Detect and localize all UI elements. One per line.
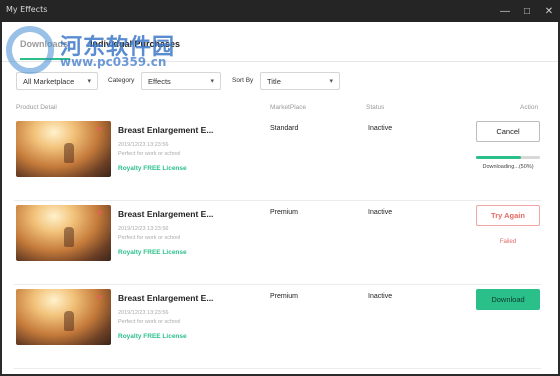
license-link[interactable]: Royalty FREE License — [118, 333, 187, 340]
watermark-logo-icon — [6, 26, 54, 74]
product-name: Breast Enlargement E... — [118, 209, 214, 219]
download-button[interactable]: Download — [476, 289, 540, 310]
progress-fill — [476, 156, 521, 159]
column-action: Action — [520, 104, 539, 111]
close-icon[interactable]: ✕ — [538, 0, 560, 22]
maximize-icon[interactable]: □ — [516, 0, 538, 22]
progress-text: Downloading...(50%) — [482, 164, 534, 170]
product-date: 2019/12/23 13:23:56 — [118, 226, 169, 232]
product-description: Perfect for work or school — [118, 319, 181, 325]
thumbnail-figure — [64, 311, 74, 331]
try-again-button[interactable]: Try Again — [476, 205, 540, 226]
column-product-detail: Product Detail — [16, 104, 57, 111]
chevron-down-icon: ▾ — [329, 78, 333, 85]
minimize-icon[interactable]: — — [494, 0, 516, 22]
sort-by-label: Sort By — [232, 77, 254, 84]
marketplace-value: Premium — [270, 209, 299, 216]
status-value: Inactive — [368, 209, 393, 216]
product-name: Breast Enlargement E... — [118, 293, 214, 303]
download-progress-bar — [476, 156, 540, 159]
column-marketplace: MarketPlace — [270, 104, 307, 111]
sort-select-value: Title — [267, 77, 281, 86]
product-description: Perfect for work or school — [118, 235, 181, 241]
list-item: ♥ Breast Enlargement E... 2019/12/23 13:… — [14, 289, 541, 369]
license-link[interactable]: Royalty FREE License — [118, 249, 187, 256]
failed-status: Failed — [499, 239, 517, 245]
product-date: 2019/12/23 13:23:56 — [118, 142, 169, 148]
watermark: 河东软件园 www.pc0359.cn — [6, 24, 226, 84]
title-bar: My Effects — □ ✕ — [0, 0, 560, 22]
watermark-url: www.pc0359.cn — [60, 55, 167, 69]
heart-icon[interactable]: ♥ — [97, 124, 102, 134]
product-name: Breast Enlargement E... — [118, 125, 214, 135]
product-date: 2019/12/23 13:23:56 — [118, 310, 169, 316]
my-effects-panel: Downloads Individual Purchases All Marke… — [2, 22, 558, 374]
window-title: My Effects — [6, 5, 48, 14]
status-value: Inactive — [368, 125, 393, 132]
thumbnail-figure — [64, 227, 74, 247]
product-description: Perfect for work or school — [118, 151, 181, 157]
list-item: ♥ Breast Enlargement E... 2019/12/23 13:… — [14, 121, 541, 201]
heart-icon[interactable]: ♥ — [97, 208, 102, 218]
marketplace-value: Standard — [270, 125, 299, 132]
thumbnail-figure — [64, 143, 74, 163]
license-link[interactable]: Royalty FREE License — [118, 165, 187, 172]
list-item: ♥ Breast Enlargement E... 2019/12/23 13:… — [14, 205, 541, 285]
cancel-button[interactable]: Cancel — [476, 121, 540, 142]
sort-select[interactable]: Title ▾ — [260, 72, 340, 90]
column-status: Status — [366, 104, 385, 111]
window-controls: — □ ✕ — [494, 0, 560, 22]
heart-icon[interactable]: ♥ — [97, 292, 102, 302]
marketplace-value: Premium — [270, 293, 299, 300]
status-value: Inactive — [368, 293, 393, 300]
